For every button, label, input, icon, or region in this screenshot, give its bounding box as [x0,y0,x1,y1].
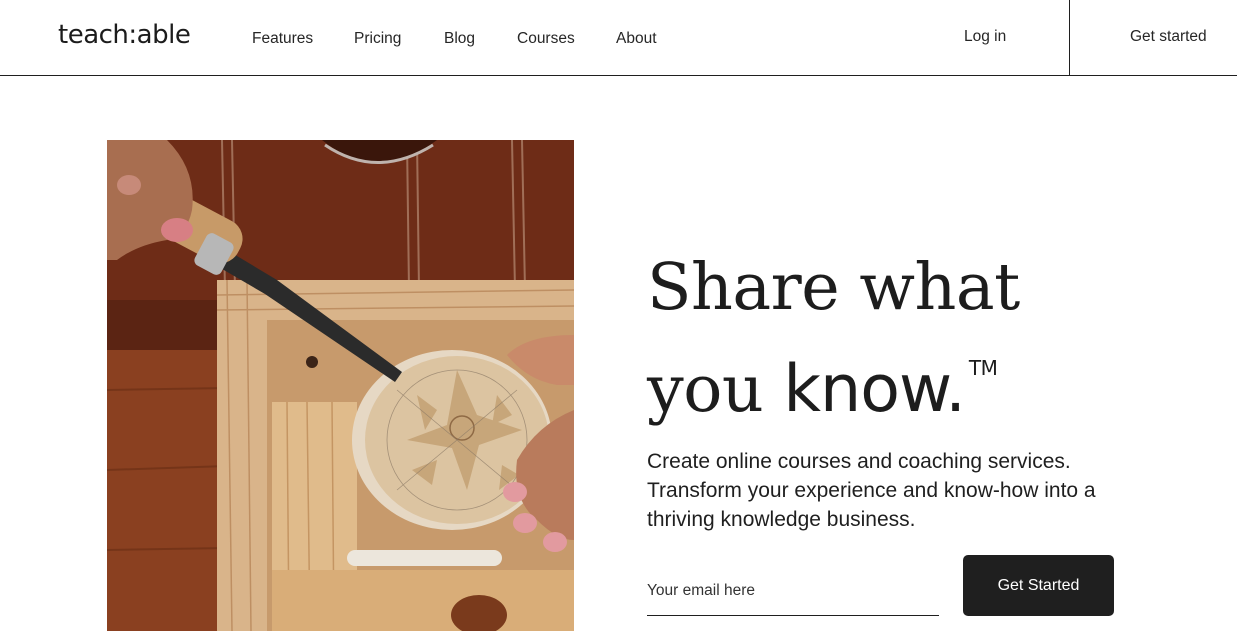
nav-item-blog[interactable]: Blog [444,30,475,48]
headline-line-2-emphasis: know. [783,352,965,427]
nav-item-pricing[interactable]: Pricing [354,30,401,48]
hero-headline: Share what you know. TM [647,248,1127,430]
trademark-mark: TM [968,356,998,380]
hero-image [107,140,574,631]
email-input[interactable] [647,566,939,616]
headline-line-1: Share what [647,250,1020,325]
nav-item-features[interactable]: Features [252,30,313,48]
top-navigation-bar: teach:able Features Pricing Blog Courses… [0,0,1237,76]
nav-item-about[interactable]: About [616,30,657,48]
teachable-logo[interactable]: teach:able [58,20,191,50]
nav-divider [1069,0,1070,76]
wood-carving-illustration [107,140,574,631]
nav-item-courses[interactable]: Courses [517,30,575,48]
log-in-link[interactable]: Log in [964,28,1006,46]
get-started-nav-button[interactable]: Get started [1130,28,1207,46]
headline-line-2-serif: you [647,352,784,427]
get-started-button[interactable]: Get Started [963,555,1114,616]
hero-subtext: Create online courses and coaching servi… [647,450,1096,531]
